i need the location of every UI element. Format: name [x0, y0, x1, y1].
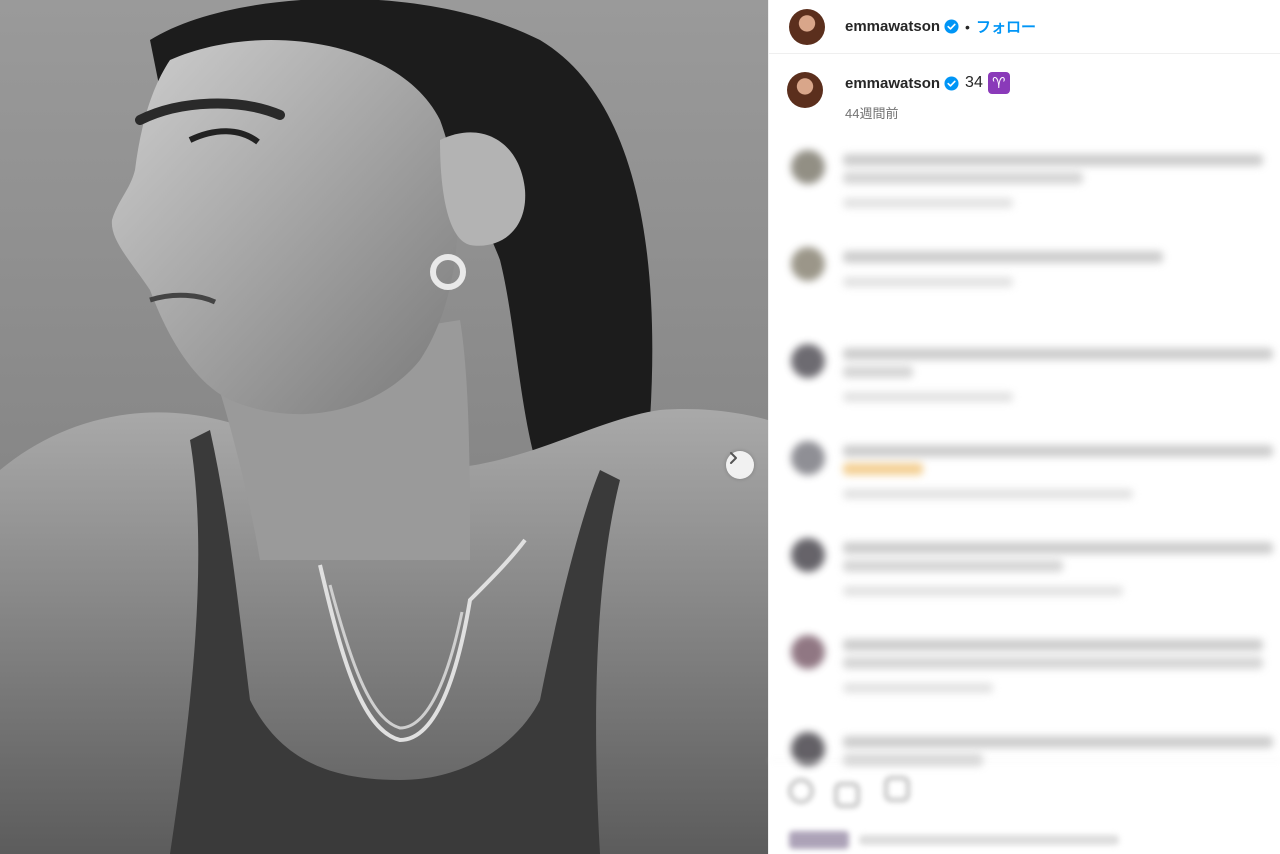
comment-text-placeholder	[843, 560, 1063, 572]
comment-meta-placeholder	[843, 489, 1133, 499]
list-item	[783, 237, 1280, 334]
caption-text: 34	[965, 74, 983, 91]
list-item	[783, 528, 1280, 625]
post-header: emmawatson • フォロー	[769, 0, 1280, 54]
avatar[interactable]	[789, 8, 825, 45]
comment-icon[interactable]	[835, 783, 859, 807]
caption-line: emmawatson 34 ♈	[845, 72, 1010, 94]
verified-badge-icon	[944, 75, 959, 91]
caption-username[interactable]: emmawatson	[845, 75, 940, 92]
likes-summary-placeholder	[859, 835, 1119, 845]
caption-text-block: emmawatson 34 ♈ 44週間前	[845, 72, 1010, 122]
verified-badge-icon	[944, 19, 959, 34]
comment-meta-placeholder	[843, 277, 1013, 287]
comment-text-placeholder	[843, 639, 1263, 651]
commenter-avatar	[791, 344, 825, 378]
comment-text-placeholder	[843, 154, 1263, 166]
comment-meta-placeholder	[843, 392, 1013, 402]
like-icon[interactable]	[789, 779, 813, 803]
follow-button[interactable]: フォロー	[976, 16, 1036, 37]
likes-summary-placeholder	[789, 831, 849, 849]
commenter-avatar	[791, 441, 825, 475]
comment-text-placeholder	[843, 736, 1273, 748]
comment-meta-placeholder	[843, 198, 1013, 208]
post-actions-bar	[769, 760, 1280, 854]
list-item	[783, 140, 1280, 237]
post-caption: emmawatson 34 ♈ 44週間前	[787, 72, 1010, 122]
comment-text-placeholder	[843, 445, 1273, 457]
comment-text-placeholder	[843, 542, 1273, 554]
post-side-panel: emmawatson • フォロー emmawatson 34 ♈ 44週間前	[768, 0, 1280, 854]
comment-text-placeholder	[843, 348, 1273, 360]
comment-text-placeholder	[843, 366, 913, 378]
share-icon[interactable]	[885, 777, 909, 801]
post-timestamp[interactable]: 44週間前	[845, 103, 1010, 122]
list-item	[783, 625, 1280, 722]
separator-dot: •	[965, 18, 970, 35]
comments-list	[783, 140, 1280, 766]
header-username[interactable]: emmawatson	[845, 18, 940, 35]
portrait-photo	[0, 0, 768, 854]
instagram-post-view: emmawatson • フォロー emmawatson 34 ♈ 44週間前	[0, 0, 1280, 854]
commenter-avatar	[791, 247, 825, 281]
comment-meta-placeholder	[843, 586, 1123, 596]
comment-text-placeholder	[843, 463, 923, 475]
chevron-right-icon	[730, 452, 737, 464]
comment-text-placeholder	[843, 657, 1263, 669]
caption-avatar[interactable]	[787, 72, 823, 108]
commenter-avatar	[791, 150, 825, 184]
commenter-avatar	[791, 538, 825, 572]
post-photo	[0, 0, 768, 854]
list-item	[783, 431, 1280, 528]
comment-meta-placeholder	[843, 683, 993, 693]
next-photo-button[interactable]	[726, 451, 754, 479]
list-item	[783, 334, 1280, 431]
comment-text-placeholder	[843, 251, 1163, 263]
commenter-avatar	[791, 635, 825, 669]
comment-text-placeholder	[843, 172, 1083, 184]
aries-emoji-icon: ♈	[987, 72, 1010, 94]
